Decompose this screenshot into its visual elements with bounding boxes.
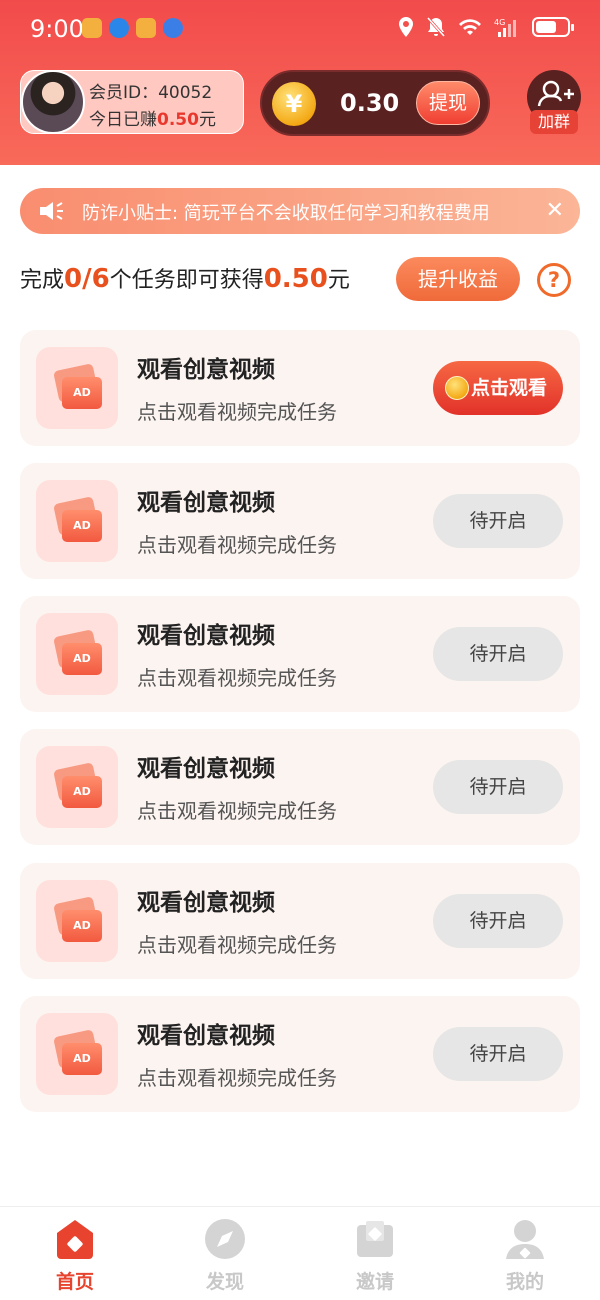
coin-icon: ¥ (272, 82, 316, 126)
bottom-nav: 首页 发现 邀请 我的 (0, 1206, 600, 1300)
coin-icon (445, 376, 469, 400)
boost-earnings-button[interactable]: 提升收益 (396, 257, 520, 301)
signal-icon: 4G (494, 18, 516, 37)
today-earned-prefix: 今日已赚 (89, 110, 157, 130)
status-time: 9:00 (30, 15, 84, 43)
progress-unit: 元 (327, 268, 350, 293)
speaker-icon (40, 202, 63, 220)
home-icon (57, 1220, 93, 1259)
profile-icon (506, 1220, 544, 1259)
balance-amount: 0.30 (340, 89, 400, 117)
task-card: AD 观看创意视频 点击观看视频完成任务 待开启 (20, 729, 580, 845)
app-notification-icon (109, 18, 129, 38)
mute-bell-icon (426, 17, 446, 37)
app-notification-icon (82, 18, 102, 38)
nav-item-invite[interactable]: 邀请 (325, 1217, 425, 1297)
progress-reward: 0.50 (263, 264, 328, 294)
task-description: 点击观看视频完成任务 (137, 666, 337, 690)
nav-label: 发现 (205, 1271, 244, 1293)
location-icon (399, 17, 413, 37)
ad-thumbnail-icon: AD (36, 613, 118, 695)
battery-icon (532, 17, 574, 37)
balance-card: ¥ 0.30 提现 (260, 70, 490, 136)
task-title: 观看创意视频 (137, 756, 275, 782)
task-card: AD 观看创意视频 点击观看视频完成任务 待开启 (20, 463, 580, 579)
tip-text: 防诈小贴士: 简玩平台不会收取任何学习和教程费用 (82, 203, 490, 224)
task-title: 观看创意视频 (137, 623, 275, 649)
notification-icons (82, 18, 183, 38)
join-group-button[interactable]: 加群 (527, 70, 581, 136)
task-card: AD 观看创意视频 点击观看视频完成任务 待开启 (20, 996, 580, 1112)
system-icons: 4G (398, 16, 574, 38)
member-id: 会员ID：40052 (89, 83, 213, 103)
ad-badge: AD (62, 910, 102, 942)
task-card: AD 观看创意视频 点击观看视频完成任务 待开启 (20, 596, 580, 712)
wifi-icon (459, 19, 481, 35)
status-bar: 9:00 4G (0, 0, 600, 58)
invite-icon (357, 1221, 393, 1257)
progress-count: 0/6 (64, 264, 110, 294)
today-earned-amount: 0.50 (157, 110, 199, 130)
pending-button[interactable]: 待开启 (433, 1027, 563, 1081)
task-title: 观看创意视频 (137, 357, 275, 383)
ad-badge: AD (62, 776, 102, 808)
nav-label: 首页 (55, 1271, 94, 1293)
pending-button[interactable]: 待开启 (433, 627, 563, 681)
ad-thumbnail-icon: AD (36, 746, 118, 828)
svg-text:4G: 4G (494, 18, 505, 27)
header: 9:00 4G 会员ID：40052 今日已赚0.50元 ¥ 0.30 提现 加… (0, 0, 600, 165)
nav-label: 邀请 (355, 1271, 394, 1293)
task-progress-text: 完成0/6个任务即可获得0.50元 (20, 262, 350, 294)
ad-thumbnail-icon: AD (36, 1013, 118, 1095)
today-earned-unit: 元 (198, 110, 216, 130)
anti-fraud-tip-bar: 防诈小贴士: 简玩平台不会收取任何学习和教程费用 ✕ (20, 188, 580, 234)
app-notification-icon (136, 18, 156, 38)
nav-item-profile[interactable]: 我的 (475, 1217, 575, 1297)
ad-thumbnail-icon: AD (36, 880, 118, 962)
ad-badge: AD (62, 643, 102, 675)
task-title: 观看创意视频 (137, 890, 275, 916)
ad-badge: AD (62, 510, 102, 542)
member-card[interactable]: 会员ID：40052 今日已赚0.50元 (20, 70, 244, 134)
ad-badge: AD (62, 377, 102, 409)
task-card: AD 观看创意视频 点击观看视频完成任务 待开启 (20, 863, 580, 979)
ad-thumbnail-icon: AD (36, 480, 118, 562)
task-description: 点击观看视频完成任务 (137, 933, 337, 957)
watch-video-button[interactable]: 点击观看 (433, 361, 563, 415)
avatar[interactable] (21, 70, 85, 134)
progress-prefix: 完成 (20, 268, 65, 293)
watch-video-label: 点击观看 (470, 377, 547, 399)
progress-middle: 个任务即可获得 (109, 268, 264, 293)
nav-label: 我的 (505, 1271, 544, 1293)
task-card: AD 观看创意视频 点击观看视频完成任务 点击观看 (20, 330, 580, 446)
nav-item-discover[interactable]: 发现 (175, 1217, 275, 1297)
task-description: 点击观看视频完成任务 (137, 400, 337, 424)
today-earned: 今日已赚0.50元 (89, 105, 216, 130)
task-description: 点击观看视频完成任务 (137, 1066, 337, 1090)
compass-icon (205, 1219, 245, 1259)
close-icon[interactable]: ✕ (546, 198, 564, 223)
ad-badge: AD (62, 1043, 102, 1075)
task-description: 点击观看视频完成任务 (137, 799, 337, 823)
help-icon[interactable]: ? (537, 263, 571, 297)
task-title: 观看创意视频 (137, 1023, 275, 1049)
browser-notification-icon (163, 18, 183, 38)
nav-item-home[interactable]: 首页 (25, 1217, 125, 1297)
withdraw-button[interactable]: 提现 (416, 81, 480, 125)
task-description: 点击观看视频完成任务 (137, 533, 337, 557)
join-group-label: 加群 (530, 110, 578, 134)
pending-button[interactable]: 待开启 (433, 894, 563, 948)
task-title: 观看创意视频 (137, 490, 275, 516)
ad-thumbnail-icon: AD (36, 347, 118, 429)
pending-button[interactable]: 待开启 (433, 760, 563, 814)
pending-button[interactable]: 待开启 (433, 494, 563, 548)
